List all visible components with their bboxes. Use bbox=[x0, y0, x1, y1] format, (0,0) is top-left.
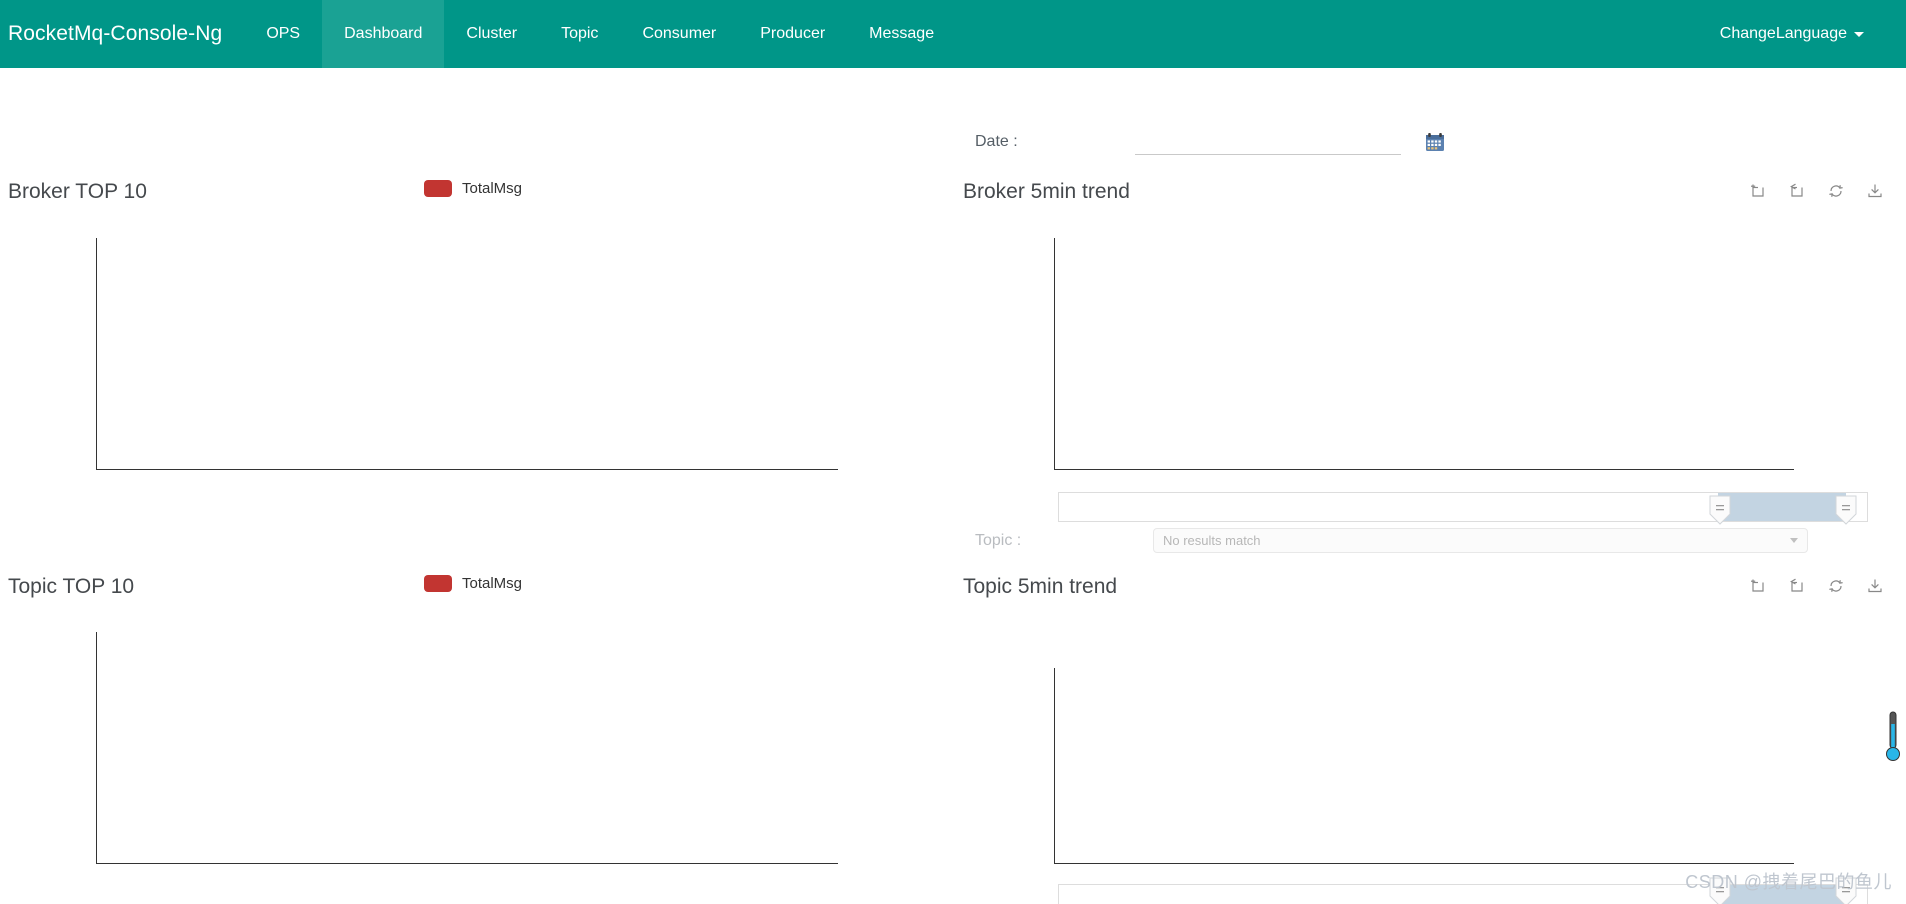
nav-item-consumer[interactable]: Consumer bbox=[620, 0, 738, 68]
navbar-right-area: ChangeLanguage bbox=[1720, 0, 1906, 68]
change-language-dropdown[interactable]: ChangeLanguage bbox=[1720, 25, 1864, 43]
topic-select-value: No results match bbox=[1163, 533, 1261, 548]
topic-5min-trend-title: Topic 5min trend bbox=[963, 575, 1118, 598]
change-language-label: ChangeLanguage bbox=[1719, 25, 1847, 42]
topic-top-10-title: Topic TOP 10 bbox=[8, 575, 135, 598]
brand-logo[interactable]: RocketMq-Console-Ng bbox=[0, 0, 244, 68]
zoom-reset-icon[interactable] bbox=[1788, 577, 1806, 595]
legend-label: TotalMsg bbox=[462, 180, 523, 197]
broker-top-10-chart[interactable] bbox=[96, 238, 838, 470]
nav-item-label: Producer bbox=[760, 25, 826, 42]
broker-trend-toolbox bbox=[1749, 182, 1884, 200]
nav-item-label: Topic bbox=[561, 25, 599, 42]
zoom-in-icon[interactable] bbox=[1749, 182, 1767, 200]
x-axis-line bbox=[1054, 863, 1794, 864]
zoom-in-icon[interactable] bbox=[1749, 577, 1767, 595]
y-axis-line bbox=[1054, 238, 1055, 470]
nav-item-ops[interactable]: OPS bbox=[244, 0, 322, 68]
nav-menu: OPS Dashboard Cluster Topic Consumer Pro… bbox=[244, 0, 956, 68]
legend-color-swatch bbox=[424, 180, 452, 197]
datazoom-window[interactable] bbox=[1718, 493, 1846, 521]
x-axis-line bbox=[1054, 469, 1794, 470]
broker-top-10-legend[interactable]: TotalMsg bbox=[424, 180, 522, 197]
topic-trend-toolbox bbox=[1749, 577, 1884, 595]
topic-filter-row: Topic : No results match bbox=[975, 528, 1808, 553]
broker-5min-trend-chart[interactable] bbox=[1054, 238, 1794, 470]
nav-item-dashboard[interactable]: Dashboard bbox=[322, 0, 445, 68]
download-icon[interactable] bbox=[1866, 577, 1884, 595]
nav-item-label: Dashboard bbox=[344, 25, 423, 42]
date-label: Date : bbox=[975, 133, 1018, 150]
nav-item-producer[interactable]: Producer bbox=[738, 0, 847, 68]
main-navbar: RocketMq-Console-Ng OPS Dashboard Cluste… bbox=[0, 0, 1906, 68]
date-filter-row: Date : bbox=[975, 125, 1445, 159]
zoom-reset-icon[interactable] bbox=[1788, 182, 1806, 200]
y-axis-line bbox=[1054, 668, 1055, 864]
topic-top-10-legend[interactable]: TotalMsg bbox=[424, 575, 522, 592]
nav-item-cluster[interactable]: Cluster bbox=[444, 0, 539, 68]
nav-item-label: Cluster bbox=[466, 25, 518, 42]
nav-item-message[interactable]: Message bbox=[847, 0, 956, 68]
topic-select[interactable]: No results match bbox=[1153, 528, 1808, 553]
topic-label: Topic : bbox=[975, 531, 1022, 549]
x-axis-line bbox=[96, 863, 838, 864]
y-axis-line bbox=[96, 238, 97, 470]
broker-5min-trend-title: Broker 5min trend bbox=[963, 180, 1130, 203]
y-axis-line bbox=[96, 632, 97, 864]
datazoom-handle-right[interactable] bbox=[1834, 494, 1858, 525]
nav-item-topic[interactable]: Topic bbox=[539, 0, 620, 68]
chevron-down-icon bbox=[1790, 538, 1798, 543]
csdn-watermark: CSDN @拽着尾巴的鱼儿 bbox=[1685, 872, 1892, 892]
calendar-icon[interactable] bbox=[1425, 132, 1445, 152]
chevron-down-icon bbox=[1854, 31, 1864, 37]
refresh-icon[interactable] bbox=[1827, 577, 1845, 595]
topic-top-10-chart[interactable] bbox=[96, 632, 838, 864]
x-axis-line bbox=[96, 469, 838, 470]
refresh-icon[interactable] bbox=[1827, 182, 1845, 200]
date-input[interactable] bbox=[1135, 129, 1401, 155]
nav-item-label: Message bbox=[869, 25, 935, 42]
nav-item-label: Consumer bbox=[642, 25, 717, 42]
nav-item-label: OPS bbox=[266, 25, 301, 42]
scrollbar-thumb[interactable] bbox=[1886, 710, 1900, 768]
broker-top-10-title: Broker TOP 10 bbox=[8, 180, 147, 203]
legend-color-swatch bbox=[424, 575, 452, 592]
datazoom-handle-left[interactable] bbox=[1708, 494, 1732, 525]
brand-label: RocketMq-Console-Ng bbox=[8, 22, 223, 45]
topic-5min-trend-chart[interactable] bbox=[1054, 668, 1794, 864]
legend-label: TotalMsg bbox=[462, 575, 523, 592]
broker-trend-datazoom[interactable] bbox=[1058, 492, 1868, 525]
dashboard-page: RocketMq-Console-Ng OPS Dashboard Cluste… bbox=[0, 0, 1906, 904]
download-icon[interactable] bbox=[1866, 182, 1884, 200]
